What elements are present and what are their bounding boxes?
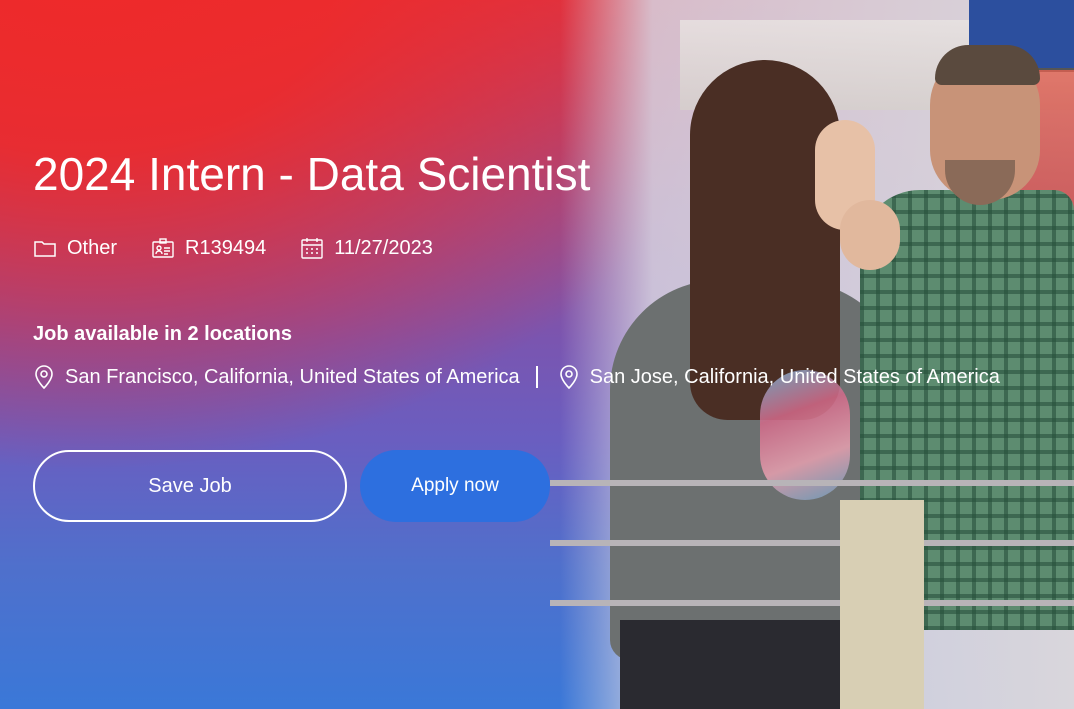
job-meta: Other R139494 11/27/2023 <box>33 236 433 260</box>
job-hero-banner: 2024 Intern - Data Scientist Other R1394… <box>0 0 1074 709</box>
map-pin-icon <box>35 365 53 390</box>
job-actions: Save Job Apply now <box>33 450 550 522</box>
job-requisition: R139494 <box>151 236 266 260</box>
location-label: San Francisco, California, United States… <box>65 365 520 388</box>
locations-heading: Job available in 2 locations <box>33 323 292 345</box>
apply-now-button[interactable]: Apply now <box>360 450 550 522</box>
calendar-icon <box>301 238 323 259</box>
job-category-label: Other <box>67 236 118 259</box>
location-separator <box>535 366 538 388</box>
location-item: San Jose, California, United States of A… <box>558 364 1000 390</box>
job-requisition-id: R139494 <box>185 236 267 259</box>
location-item: San Francisco, California, United States… <box>33 364 520 390</box>
job-posted-date: 11/27/2023 <box>300 236 433 260</box>
job-title: 2024 Intern - Data Scientist <box>33 148 591 200</box>
location-label: San Jose, California, United States of A… <box>589 365 1000 388</box>
folder-icon <box>34 241 56 257</box>
job-header: 2024 Intern - Data Scientist Other R1394… <box>33 0 1074 709</box>
id-badge-icon <box>152 238 174 258</box>
job-posted-date-label: 11/27/2023 <box>334 236 433 259</box>
locations-list: San Francisco, California, United States… <box>33 364 1000 390</box>
save-job-button[interactable]: Save Job <box>33 450 347 522</box>
job-category: Other <box>33 236 117 260</box>
map-pin-icon <box>559 365 578 390</box>
